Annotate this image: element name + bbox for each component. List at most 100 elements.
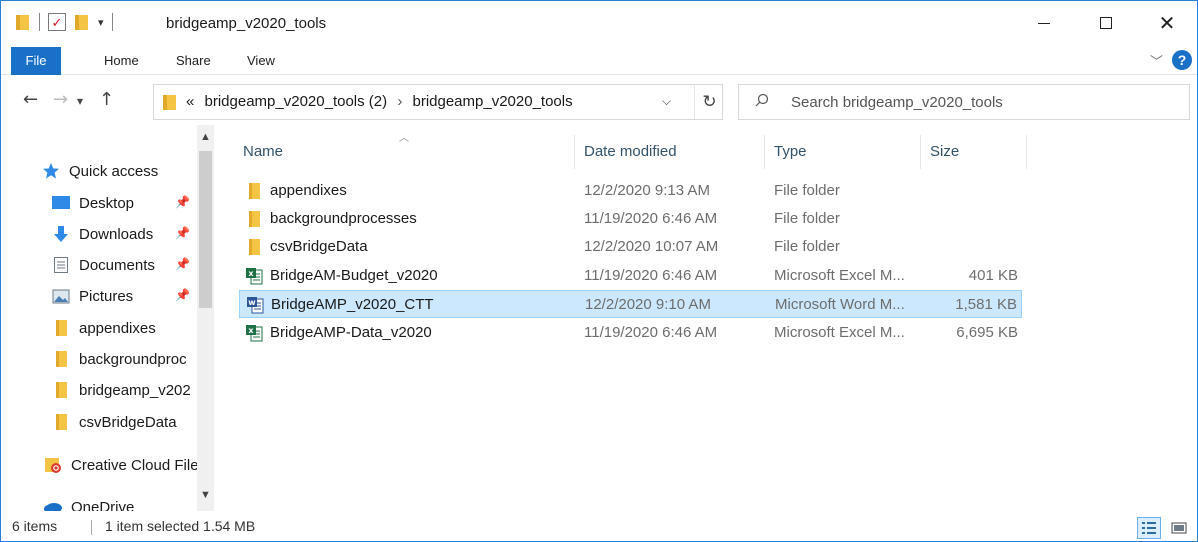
folder-icon <box>51 381 71 399</box>
divider <box>91 520 92 535</box>
file-date: 12/2/2020 10:07 AM <box>584 238 719 255</box>
address-dropdown-chevron-icon[interactable]: ⌵ <box>662 94 671 109</box>
nav-item-desktop[interactable]: Desktop 📌 <box>51 189 214 217</box>
maximize-icon <box>1100 17 1112 29</box>
file-row[interactable]: x BridgeAM-Budget_v2020 11/19/2020 6:46 … <box>239 262 1022 290</box>
svg-text:x: x <box>248 326 254 335</box>
nav-scrollbar[interactable]: ▲ ▼ <box>197 125 214 511</box>
nav-item-downloads[interactable]: Downloads 📌 <box>51 220 214 248</box>
excel-file-icon: x <box>246 268 263 285</box>
tab-home[interactable]: Home <box>104 47 139 75</box>
minimize-icon <box>1038 22 1050 24</box>
refresh-icon: ↻ <box>702 92 717 112</box>
window-title: bridgeamp_v2020_tools <box>166 15 327 32</box>
document-icon <box>51 256 71 274</box>
file-type: File folder <box>774 238 840 255</box>
column-divider[interactable] <box>574 135 575 169</box>
file-size: 401 KB <box>968 267 1018 284</box>
file-row[interactable]: x BridgeAMP-Data_v2020 11/19/2020 6:46 A… <box>239 319 1022 347</box>
column-header-name[interactable]: Name <box>243 137 283 167</box>
nav-item-csvbridgedata[interactable]: csvBridgeData <box>51 408 197 436</box>
divider <box>111 13 113 31</box>
file-date: 11/19/2020 6:46 AM <box>584 210 718 227</box>
file-type: Microsoft Excel M... <box>774 324 905 341</box>
pin-icon[interactable]: 📌 <box>175 226 190 240</box>
scroll-down-chevron-icon[interactable]: ▼ <box>200 489 211 501</box>
maximize-button[interactable] <box>1083 7 1129 39</box>
column-header-size[interactable]: Size <box>930 137 959 167</box>
new-folder-icon[interactable] <box>74 13 90 31</box>
column-header-date[interactable]: Date modified <box>584 137 677 167</box>
forward-arrow-icon[interactable]: → <box>53 89 68 110</box>
large-icons-view-button[interactable] <box>1167 517 1191 539</box>
nav-item-appendixes[interactable]: appendixes <box>51 314 214 342</box>
refresh-button[interactable]: ↻ <box>694 85 724 119</box>
navigation-pane: Quick access Desktop 📌 Downloads 📌 Docum… <box>1 125 214 511</box>
folder-icon <box>249 211 260 227</box>
search-box[interactable]: Search bridgeamp_v2020_tools <box>738 84 1190 120</box>
file-date: 12/2/2020 9:10 AM <box>585 296 711 313</box>
minimize-button[interactable] <box>1021 7 1067 39</box>
item-count: 6 items <box>12 518 58 534</box>
tab-view[interactable]: View <box>247 47 275 75</box>
folder-icon <box>51 319 71 337</box>
details-view-button[interactable] <box>1137 517 1161 539</box>
file-list: ︿ Name Date modified Type Size appendixe… <box>231 125 1191 511</box>
column-divider[interactable] <box>920 135 921 169</box>
search-icon <box>755 93 769 107</box>
column-divider[interactable] <box>1026 135 1027 169</box>
breadcrumb-chevron-icon[interactable]: › <box>397 93 402 110</box>
ribbon-tabs: File Home Share View ﹀ ? <box>1 47 1197 75</box>
excel-file-icon: x <box>246 325 263 342</box>
breadcrumb-overflow[interactable]: « <box>186 93 194 110</box>
breadcrumb-item[interactable]: bridgeamp_v2020_tools <box>412 93 572 110</box>
breadcrumb: « bridgeamp_v2020_tools (2) › bridgeamp_… <box>186 93 573 110</box>
file-type: File folder <box>774 210 840 227</box>
nav-item-bridgeamp[interactable]: bridgeamp_v202 <box>51 376 197 404</box>
file-row-selected[interactable]: w BridgeAMP_v2020_CTT 12/2/2020 9:10 AM … <box>239 290 1022 318</box>
file-type: Microsoft Word M... <box>775 296 905 313</box>
title-bar: ✓ ▾ bridgeamp_v2020_tools ✕ <box>1 1 1197 45</box>
navigation-row: ← → ▾ ↑ « bridgeamp_v2020_tools (2) › br… <box>1 79 1197 125</box>
tab-share[interactable]: Share <box>176 47 211 75</box>
creative-cloud-icon <box>43 456 63 474</box>
breadcrumb-item[interactable]: bridgeamp_v2020_tools (2) <box>205 93 388 110</box>
quick-access-toolbar: ✓ ▾ <box>15 13 113 31</box>
close-button[interactable]: ✕ <box>1144 7 1190 39</box>
selection-info: 1 item selected 1.54 MB <box>105 518 256 534</box>
nav-item-onedrive[interactable]: OneDrive <box>43 493 197 511</box>
divider <box>39 13 40 31</box>
file-row[interactable]: appendixes 12/2/2020 9:13 AM File folder <box>239 177 1022 205</box>
up-arrow-icon[interactable]: ↑ <box>99 89 114 110</box>
scrollbar-thumb[interactable] <box>199 151 212 308</box>
column-header-type[interactable]: Type <box>774 137 807 167</box>
nav-item-creative-cloud[interactable]: Creative Cloud File <box>43 451 197 479</box>
file-name: BridgeAMP_v2020_CTT <box>271 296 434 313</box>
word-file-icon: w <box>247 297 264 314</box>
help-icon[interactable]: ? <box>1172 50 1192 70</box>
expand-ribbon-chevron-icon[interactable]: ﹀ <box>1150 51 1163 70</box>
customize-toolbar-chevron-icon[interactable]: ▾ <box>98 16 104 29</box>
pin-icon[interactable]: 📌 <box>175 257 190 271</box>
address-bar[interactable]: « bridgeamp_v2020_tools (2) › bridgeamp_… <box>153 84 723 120</box>
file-name: backgroundprocesses <box>270 210 417 227</box>
nav-item-documents[interactable]: Documents 📌 <box>51 251 214 279</box>
pin-icon[interactable]: 📌 <box>175 195 190 209</box>
cloud-icon <box>43 498 63 511</box>
nav-item-backgroundprocesses[interactable]: backgroundproc <box>51 345 197 373</box>
file-row[interactable]: backgroundprocesses 11/19/2020 6:46 AM F… <box>239 205 1022 233</box>
folder-icon <box>16 15 29 30</box>
back-arrow-icon[interactable]: ← <box>23 89 38 110</box>
scroll-up-chevron-icon[interactable]: ▲ <box>200 131 211 143</box>
file-row[interactable]: csvBridgeData 12/2/2020 10:07 AM File fo… <box>239 233 1022 261</box>
file-size: 1,581 KB <box>955 296 1017 313</box>
nav-item-quick-access[interactable]: Quick access <box>41 157 214 185</box>
svg-text:x: x <box>248 269 254 278</box>
properties-check-icon[interactable]: ✓ <box>48 13 66 31</box>
file-date: 12/2/2020 9:13 AM <box>584 182 710 199</box>
tab-file[interactable]: File <box>11 47 61 75</box>
pin-icon[interactable]: 📌 <box>175 288 190 302</box>
recent-locations-chevron-icon[interactable]: ▾ <box>77 94 83 108</box>
nav-item-pictures[interactable]: Pictures 📌 <box>51 282 214 310</box>
column-divider[interactable] <box>764 135 765 169</box>
